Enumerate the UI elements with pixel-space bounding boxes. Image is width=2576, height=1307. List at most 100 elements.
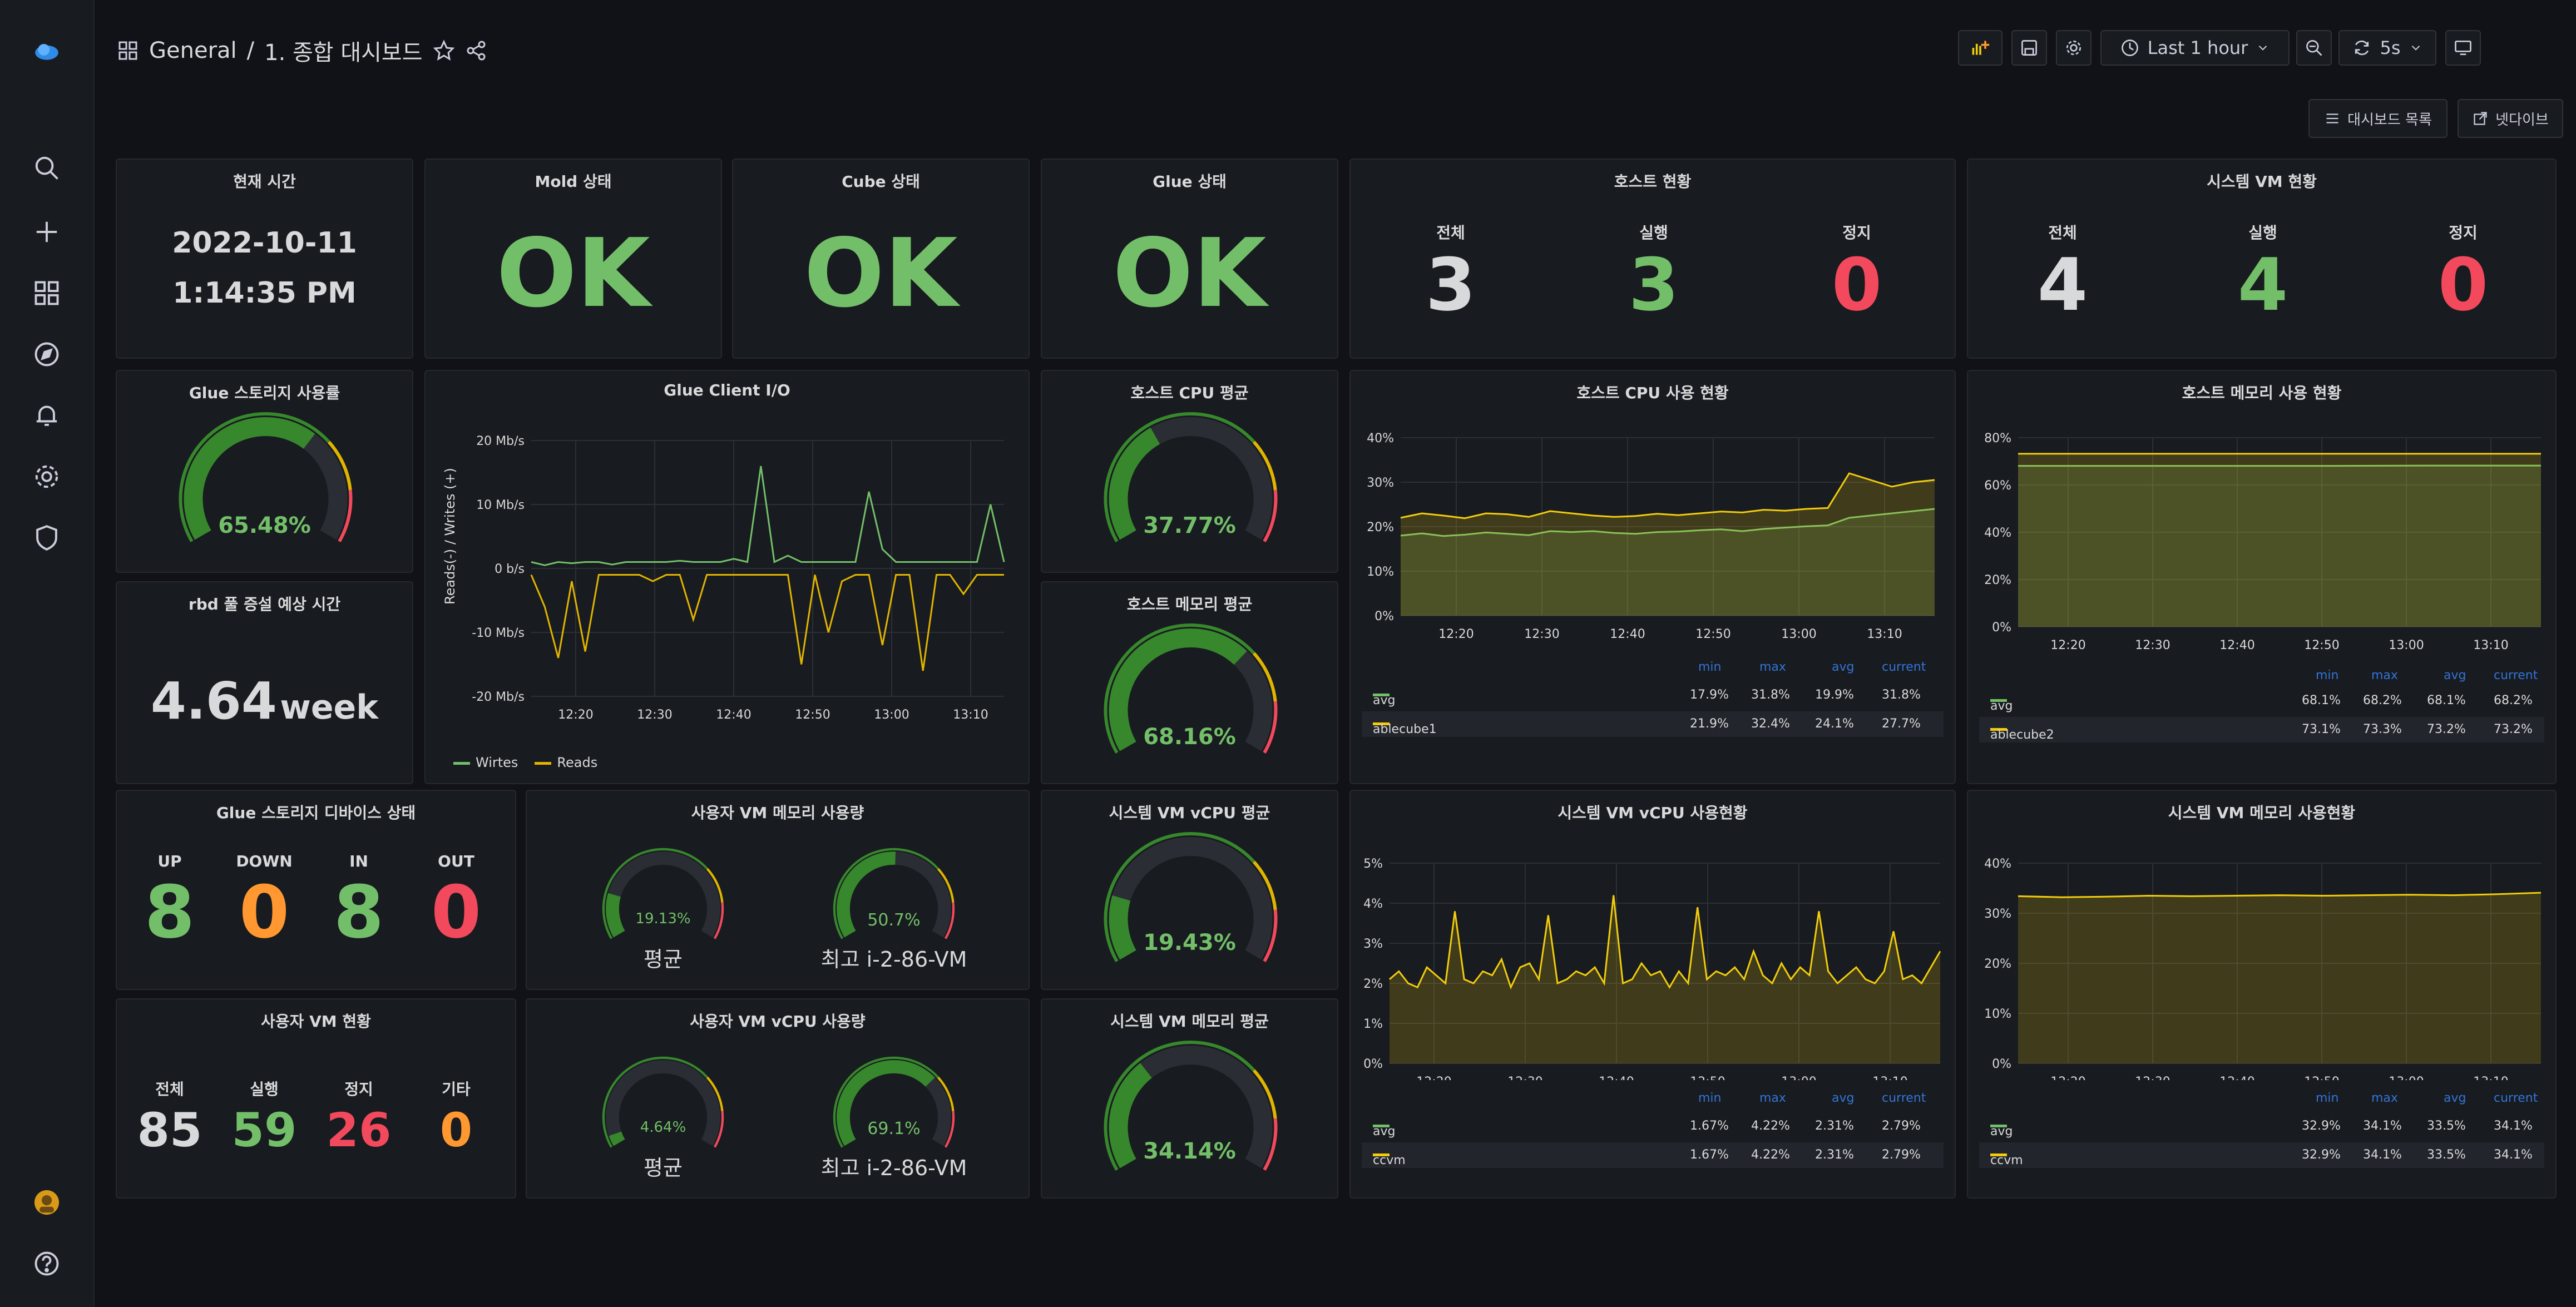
plus-icon[interactable]: [29, 214, 65, 250]
legend-row[interactable]: ccvm 32.9% 34.1% 33.5% 34.1%: [1979, 1142, 2544, 1168]
sys-vm-memory-timeseries[interactable]: 40% 30% 20% 10% 0% 12:20 12:30 12:40 12:50 13:00 1…: [1968, 791, 2557, 1080]
star-icon[interactable]: [433, 39, 455, 62]
panel-host-cpu-avg[interactable]: 호스트 CPU 평균 37.77%: [1041, 370, 1338, 573]
panel-rbd-expansion[interactable]: rbd 풀 증설 예상 시간 4.64 week: [116, 581, 413, 784]
panel-cube-status[interactable]: Cube 상태 OK: [732, 159, 1030, 359]
legend-item-reads[interactable]: Reads: [535, 755, 597, 770]
legend-col-current[interactable]: current: [1882, 660, 1926, 674]
host-cpu-timeseries[interactable]: 40% 30% 20% 10% 0% 12:20 12:30 12:40 12:50 13:00 1…: [1351, 371, 1956, 660]
legend-col-avg[interactable]: avg: [1832, 1091, 1854, 1105]
panel-user-vm-memory[interactable]: 사용자 VM 메모리 사용량 19.13% 평균 50.7% 최고 i-2-86…: [526, 790, 1030, 990]
legend-col-max[interactable]: max: [2371, 1091, 2398, 1105]
legend-item-writes[interactable]: Wirtes: [453, 755, 518, 770]
panel-host-status[interactable]: 호스트 현황 전체 3 실행 3 정지 0: [1349, 159, 1956, 359]
legend-col-avg[interactable]: avg: [1832, 660, 1854, 674]
panel-user-vm-status[interactable]: 사용자 VM 현황 전체 85 실행 59 정지 26 기타 0: [116, 998, 516, 1199]
legend-col-min[interactable]: min: [2316, 1091, 2339, 1105]
stat-value: 4: [2237, 242, 2288, 327]
gauge-value: 34.14%: [1143, 1138, 1236, 1164]
legend-row[interactable]: avg 32.9% 34.1% 33.5% 34.1%: [1979, 1113, 2544, 1139]
rbd-number: 4.64: [150, 671, 277, 731]
legend-col-avg[interactable]: avg: [2444, 669, 2466, 682]
panel-sys-vm-memory-avg[interactable]: 시스템 VM 메모리 평균 34.14%: [1041, 998, 1338, 1199]
x-tick-label: 13:00: [874, 708, 909, 722]
legend-row[interactable]: avg 68.1% 68.2% 68.1% 68.2%: [1979, 688, 2544, 714]
legend-col-max[interactable]: max: [2371, 669, 2398, 682]
shield-icon[interactable]: [29, 520, 65, 556]
legend-col-avg[interactable]: avg: [2444, 1091, 2466, 1105]
dashboards-icon[interactable]: [29, 275, 65, 311]
panel-glue-storage-usage[interactable]: Glue 스토리지 사용률 65.48%: [116, 370, 413, 573]
help-icon[interactable]: [29, 1246, 65, 1281]
gear-icon[interactable]: [29, 459, 65, 494]
x-tick-label: 12:20: [1416, 1075, 1451, 1080]
legend-value: 32.4%: [1751, 717, 1790, 731]
y-tick-label: 20%: [1984, 573, 2011, 587]
tv-mode-button[interactable]: [2445, 30, 2481, 66]
search-icon[interactable]: [29, 150, 65, 186]
panel-sys-vm-vcpu-avg[interactable]: 시스템 VM vCPU 평균 19.43%: [1041, 790, 1338, 990]
legend-value: 17.9%: [1690, 688, 1729, 702]
legend-value: 21.9%: [1690, 717, 1729, 731]
legend-col-max[interactable]: max: [1759, 1091, 1786, 1105]
x-tick-label: 12:40: [1599, 1075, 1634, 1080]
user-avatar-icon[interactable]: [29, 1185, 65, 1220]
avg-vcpu-gauge: [602, 1056, 724, 1148]
explore-compass-icon[interactable]: [29, 336, 65, 372]
avg-memory-gauge: [602, 848, 724, 939]
y-axis-label: Reads(-) / Writes (+): [442, 468, 458, 605]
legend-row[interactable]: ablecube1 21.9% 32.4% 24.1% 27.7%: [1362, 711, 1944, 737]
dashboard-settings-button[interactable]: [2056, 30, 2092, 66]
panel-title: 사용자 VM 현황: [261, 1012, 371, 1031]
legend-col-max[interactable]: max: [1759, 660, 1786, 674]
legend-col-current[interactable]: current: [2494, 1091, 2538, 1105]
legend-col-min[interactable]: min: [2316, 669, 2339, 682]
panel-sys-vm-vcpu-chart[interactable]: 시스템 VM vCPU 사용현황 5%4%3%2%1%0%12:2012:301…: [1349, 790, 1956, 1199]
legend-col-min[interactable]: min: [1698, 660, 1722, 674]
legend-row[interactable]: avg 17.9% 31.8% 19.9% 31.8%: [1362, 682, 1944, 708]
panel-host-memory-avg[interactable]: 호스트 메모리 평균 68.16%: [1041, 581, 1338, 784]
add-panel-button[interactable]: [1958, 30, 2003, 66]
zoom-out-button[interactable]: [2296, 30, 2332, 66]
panel-current-time[interactable]: 현재 시간 2022-10-11 1:14:35 PM: [116, 159, 413, 359]
panel-system-vm-status[interactable]: 시스템 VM 현황 전체 4 실행 4 정지 0: [1967, 159, 2557, 359]
legend-row[interactable]: avg 1.67% 4.22% 2.31% 2.79%: [1362, 1113, 1944, 1139]
sys-vm-vcpu-timeseries[interactable]: 5% 4% 3% 2% 1% 0% 12:20 12:30 12:40 12:50 13:00 13:…: [1351, 791, 1956, 1080]
dashboard-title[interactable]: 1. 종합 대시보드: [264, 34, 422, 67]
y-tick-label: -10 Mb/s: [472, 626, 525, 640]
legend-value: 27.7%: [1882, 717, 1921, 731]
glue-storage-gauge: [179, 412, 353, 542]
legend-col-current[interactable]: current: [1882, 1091, 1926, 1105]
chevron-down-icon: [2411, 46, 2420, 51]
y-tick-label: 40%: [1984, 857, 2011, 871]
dashboard-list-link[interactable]: 대시보드 목록: [2308, 99, 2448, 138]
panel-host-memory-chart[interactable]: 호스트 메모리 사용 현황 80% 60% 40% 20% 0% 12:20 12:30 12…: [1967, 370, 2557, 784]
panel-glue-device-status[interactable]: Glue 스토리지 디바이스 상태 UP 8 DOWN 0 IN 8 OUT 0: [116, 790, 516, 990]
x-tick-label: 13:10: [1867, 627, 1902, 641]
host-memory-timeseries[interactable]: 80% 60% 40% 20% 0% 12:20 12:30 12:40 12:50 13:00 1…: [1968, 371, 2557, 660]
x-tick-label: 12:50: [2304, 1075, 2339, 1080]
current-date: 2022-10-11: [172, 226, 357, 260]
app-logo-icon[interactable]: [29, 33, 65, 69]
panel-title: 호스트 메모리 평균: [1126, 595, 1253, 613]
refresh-picker[interactable]: 5s: [2338, 30, 2436, 66]
panel-host-cpu-chart[interactable]: 호스트 CPU 사용 현황 40% 30% 20% 10% 0% 12:20 12:30 12…: [1349, 370, 1956, 784]
legend-value: 68.1%: [2302, 694, 2341, 707]
share-icon[interactable]: [465, 39, 487, 62]
panel-glue-client-io[interactable]: Glue Client I/O 20 Mb/s 10 Mb/s 0 b/s -10 M…: [424, 370, 1030, 784]
time-range-picker[interactable]: Last 1 hour: [2100, 30, 2290, 66]
legend-col-min[interactable]: min: [1698, 1091, 1722, 1105]
next-dive-link[interactable]: 넷다이브: [2458, 99, 2563, 138]
panel-user-vm-vcpu[interactable]: 사용자 VM vCPU 사용량 4.64% 평균 69.1% 최고 i-2-86…: [526, 998, 1030, 1199]
stat-value: 0: [431, 870, 482, 954]
glue-io-chart[interactable]: 20 Mb/s 10 Mb/s 0 b/s -10 Mb/s -20 Mb/s 12:20…: [426, 371, 1030, 784]
panel-sys-vm-memory-chart[interactable]: 시스템 VM 메모리 사용현황 40%30%20%10%0%12:2012:30…: [1967, 790, 2557, 1199]
legend-col-current[interactable]: current: [2494, 669, 2538, 682]
panel-glue-status[interactable]: Glue 상태 OK: [1041, 159, 1338, 359]
breadcrumb-folder[interactable]: General: [149, 38, 237, 63]
alerting-bell-icon[interactable]: [29, 398, 65, 433]
panel-mold-status[interactable]: Mold 상태 OK: [424, 159, 722, 359]
legend-row[interactable]: ccvm 1.67% 4.22% 2.31% 2.79%: [1362, 1142, 1944, 1168]
legend-row[interactable]: ablecube2 73.1% 73.3% 73.2% 73.2%: [1979, 717, 2544, 742]
save-dashboard-button[interactable]: [2011, 30, 2047, 66]
